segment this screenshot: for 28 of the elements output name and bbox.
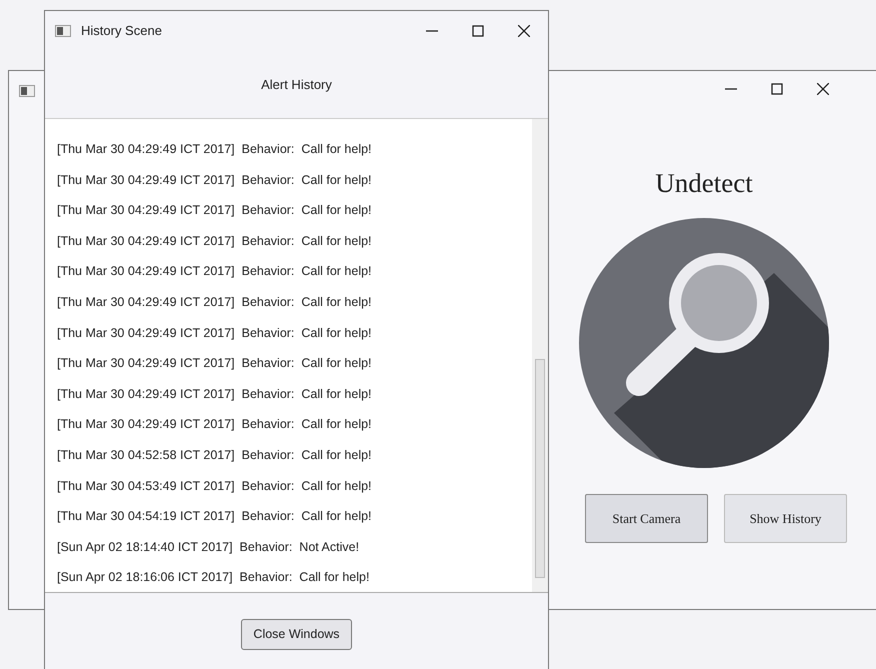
close-icon[interactable] bbox=[817, 83, 829, 95]
history-entry: [Thu Mar 30 04:29:49 ICT 2017] Behavior: Call for help! bbox=[57, 202, 373, 220]
history-entry: [Sun Apr 02 18:14:40 ICT 2017] Behavior: Not Active! bbox=[57, 538, 360, 556]
app-title: Undetect bbox=[655, 167, 753, 200]
history-entry: [Thu Mar 30 04:29:49 ICT 2017] Behavior: Call for help! bbox=[57, 294, 373, 311]
close-windows-button[interactable]: Close Windows bbox=[241, 619, 352, 650]
history-entry: [Thu Mar 30 04:29:49 ICT 2017] Behavior: Call for help! bbox=[57, 355, 373, 372]
history-entry: [Thu Mar 30 04:29:49 ICT 2017] Behavior: Call for help! bbox=[57, 386, 373, 403]
list-heading: Alert History bbox=[261, 76, 332, 94]
maximize-icon[interactable] bbox=[472, 25, 484, 37]
show-history-button[interactable]: Show History bbox=[724, 494, 847, 543]
history-entry: [Thu Mar 30 04:29:49 ICT 2017] Behavior: Call for help! bbox=[57, 416, 373, 434]
history-entry: [Sun Apr 02 18:16:06 ICT 2017] Behavior: Call for help! bbox=[57, 569, 370, 586]
app-icon bbox=[55, 25, 71, 37]
history-entry: [Thu Mar 30 04:54:19 ICT 2017] Behavior: Call for help! bbox=[57, 508, 373, 526]
start-camera-button[interactable]: Start Camera bbox=[585, 494, 708, 543]
history-entry: [Thu Mar 30 04:52:58 ICT 2017] Behavior: Call for help! bbox=[57, 446, 373, 464]
maximize-icon[interactable] bbox=[771, 83, 783, 95]
scrollbar[interactable] bbox=[532, 119, 548, 592]
history-entry: [Thu Mar 30 04:53:49 ICT 2017] Behavior: Call for help! bbox=[57, 478, 373, 495]
close-icon[interactable] bbox=[518, 25, 530, 37]
window-title: History Scene bbox=[81, 22, 162, 40]
history-entry: [Thu Mar 30 04:29:49 ICT 2017] Behavior: Call for help! bbox=[57, 172, 373, 189]
history-entry: [Thu Mar 30 04:29:49 ICT 2017] Behavior: Call for help! bbox=[57, 263, 373, 280]
history-entry: [Thu Mar 30 04:29:49 ICT 2017] Behavior: Call for help! bbox=[57, 141, 373, 158]
app-icon bbox=[19, 85, 35, 97]
history-entry: [Thu Mar 30 04:29:49 ICT 2017] Behavior: Call for help! bbox=[57, 324, 373, 342]
history-entry: [Thu Mar 30 04:29:49 ICT 2017] Behavior: Call for help! bbox=[57, 232, 373, 250]
